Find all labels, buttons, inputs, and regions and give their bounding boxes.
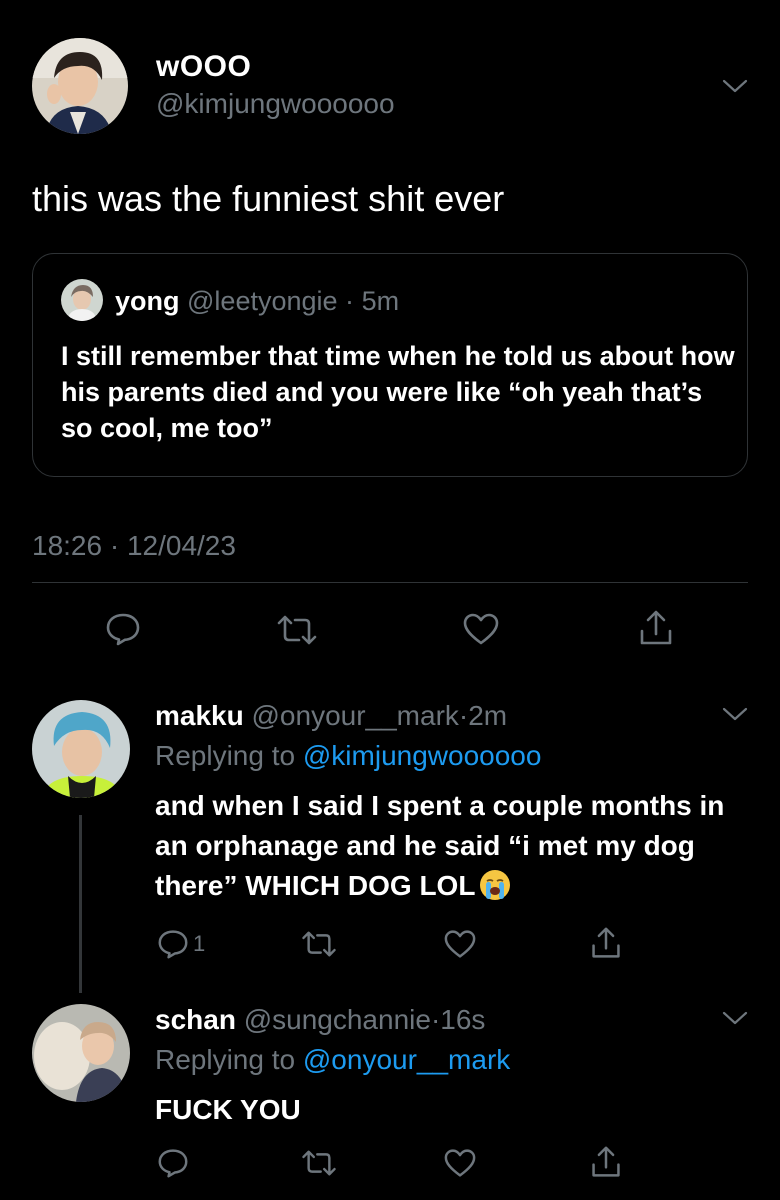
share-icon: [592, 1146, 620, 1177]
share-button[interactable]: [590, 926, 622, 960]
reply-display-name[interactable]: schan: [155, 1004, 236, 1035]
share-icon: [640, 610, 672, 645]
quote-handle[interactable]: @leetyongie: [187, 286, 338, 316]
comment-button[interactable]: 1: [157, 929, 205, 959]
chevron-down-icon[interactable]: [722, 1010, 748, 1026]
reply-display-name[interactable]: makku: [155, 700, 244, 731]
like-icon: [463, 613, 499, 645]
retweet-button[interactable]: [300, 1149, 338, 1177]
thread-line: [79, 815, 82, 993]
chevron-down-icon[interactable]: [722, 78, 748, 94]
like-button[interactable]: [462, 612, 500, 646]
main-tweet-text: this was the funniest shit ever: [32, 178, 505, 219]
reply-header: schan @sungchannie·16s: [155, 1004, 485, 1036]
share-button[interactable]: [590, 1145, 622, 1179]
like-icon: [444, 930, 476, 958]
reply-text: FUCK YOU: [155, 1094, 301, 1125]
quote-separator: ·: [345, 286, 355, 316]
retweet-icon: [302, 1150, 336, 1176]
reply-count: 1: [193, 931, 206, 956]
comment-icon: [106, 613, 140, 646]
reply-handle[interactable]: @onyour__mark: [252, 700, 459, 731]
comment-button[interactable]: [105, 612, 141, 646]
quote-time: 5m: [361, 286, 400, 316]
reply-separator: ·: [430, 1004, 441, 1035]
reply-text: and when I said I spent a couple months …: [155, 786, 755, 906]
replying-to-link[interactable]: @onyour__mark: [303, 1044, 510, 1075]
comment-icon: [158, 1149, 188, 1178]
quote-display-name[interactable]: yong: [115, 286, 180, 316]
tweet-timestamp[interactable]: 18:26 · 12/04/23: [32, 530, 236, 562]
reply-time: 2m: [468, 700, 508, 731]
retweet-button[interactable]: [300, 930, 338, 958]
quote-avatar: [61, 279, 103, 321]
crying-face-emoji: [479, 869, 511, 901]
comment-icon: [158, 930, 188, 959]
comment-button[interactable]: [157, 1148, 189, 1178]
chevron-down-icon[interactable]: [722, 706, 748, 722]
retweet-icon: [277, 615, 317, 645]
share-icon: [592, 927, 620, 958]
reply-handle[interactable]: @sungchannie: [244, 1004, 431, 1035]
replying-to-link[interactable]: @kimjungwoooooo: [303, 740, 542, 771]
main-display-name[interactable]: wOOO: [156, 50, 251, 84]
like-button[interactable]: [443, 1148, 477, 1178]
reply-time: 16s: [440, 1004, 486, 1035]
reply-text-body: and when I said I spent a couple months …: [155, 790, 725, 901]
replying-to: Replying to @kimjungwoooooo: [155, 740, 541, 772]
divider: [32, 582, 748, 583]
like-icon: [444, 1149, 476, 1177]
quote-text: I still remember that time when he told …: [61, 341, 735, 443]
reply-avatar[interactable]: [32, 1004, 130, 1102]
reply-separator: ·: [458, 700, 469, 731]
replying-prefix: Replying to: [155, 740, 296, 771]
main-avatar[interactable]: [32, 38, 128, 134]
retweet-icon: [302, 931, 336, 957]
main-handle[interactable]: @kimjungwoooooo: [156, 88, 395, 120]
quote-header: yong @leetyongie · 5m: [115, 286, 399, 317]
share-button[interactable]: [638, 609, 674, 647]
like-button[interactable]: [443, 929, 477, 959]
retweet-button[interactable]: [275, 614, 319, 646]
replying-prefix: Replying to: [155, 1044, 296, 1075]
quoted-tweet[interactable]: yong @leetyongie · 5m I still remember t…: [32, 253, 748, 477]
replying-to: Replying to @onyour__mark: [155, 1044, 510, 1076]
reply-avatar[interactable]: [32, 700, 130, 798]
reply-header: makku @onyour__mark·2m: [155, 700, 507, 732]
